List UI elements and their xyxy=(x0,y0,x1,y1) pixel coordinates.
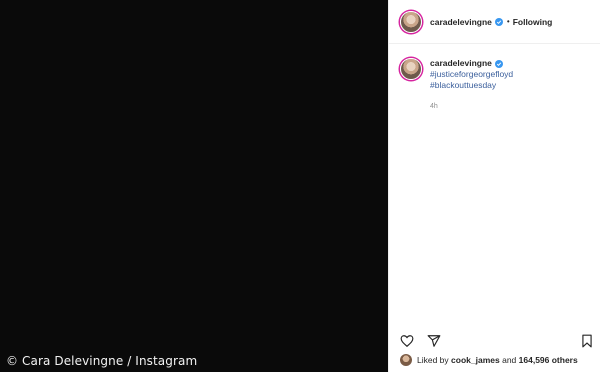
caption-username-row: caradelevingne xyxy=(430,58,513,69)
avatar[interactable] xyxy=(400,58,422,80)
avatar[interactable] xyxy=(400,354,412,366)
likes-count[interactable]: 164,596 others xyxy=(519,355,578,365)
header-username[interactable]: caradelevingne xyxy=(430,17,492,27)
likes-middle: and xyxy=(502,355,517,365)
hashtag-link[interactable]: #blackouttuesday xyxy=(430,80,513,91)
share-icon[interactable] xyxy=(427,334,441,348)
likes-row: Liked by cook_james and 164,596 others xyxy=(400,354,578,366)
action-bar xyxy=(389,330,600,352)
verified-badge-icon xyxy=(494,59,503,68)
post-sidebar: caradelevingne • Following caradelevingn… xyxy=(388,0,600,372)
bookmark-icon[interactable] xyxy=(580,333,594,348)
image-credit: © Cara Delevingne / Instagram xyxy=(6,354,198,368)
verified-badge-icon xyxy=(494,17,503,26)
avatar[interactable] xyxy=(400,10,422,33)
post-image[interactable]: © Cara Delevingne / Instagram xyxy=(0,0,388,372)
liked-by-user[interactable]: cook_james xyxy=(451,355,500,365)
heart-icon[interactable] xyxy=(400,334,414,348)
likes-prefix: Liked by xyxy=(417,355,449,365)
post-timestamp: 4h xyxy=(430,103,438,110)
following-button[interactable]: Following xyxy=(513,17,553,27)
hashtag-link[interactable]: #justiceforgeorgefloyd xyxy=(430,69,513,80)
caption-comment: caradelevingne #justiceforgeorgefloyd #b… xyxy=(400,58,513,112)
caption-username[interactable]: caradelevingne xyxy=(430,58,492,69)
caption-text: caradelevingne #justiceforgeorgefloyd #b… xyxy=(430,58,513,112)
separator-dot: • xyxy=(506,17,510,26)
post-header: caradelevingne • Following xyxy=(389,0,600,44)
